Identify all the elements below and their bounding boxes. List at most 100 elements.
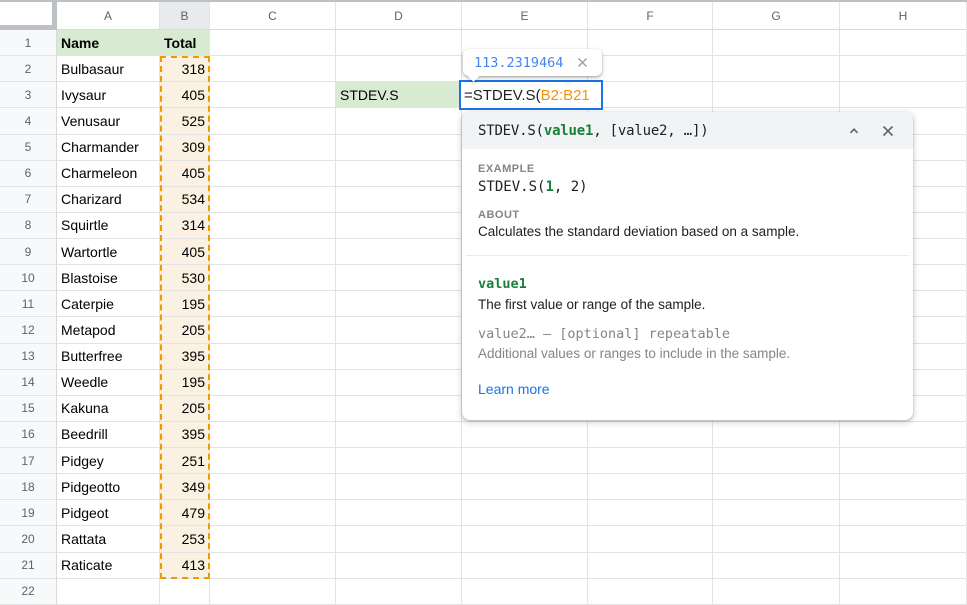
cell-C20[interactable]: [210, 526, 336, 552]
cell-A12[interactable]: Metapod: [57, 317, 160, 343]
cell-C12[interactable]: [210, 317, 336, 343]
cell-D1[interactable]: [336, 30, 462, 56]
cell-C22[interactable]: [210, 579, 336, 605]
cell-B13[interactable]: 395: [160, 344, 210, 370]
row-header-14[interactable]: 14: [0, 370, 57, 396]
cell-F2[interactable]: [588, 56, 713, 82]
cell-C7[interactable]: [210, 187, 336, 213]
cell-A4[interactable]: Venusaur: [57, 108, 160, 134]
cell-F3[interactable]: [588, 82, 713, 108]
cell-D15[interactable]: [336, 396, 462, 422]
cell-B14[interactable]: 195: [160, 370, 210, 396]
cell-A10[interactable]: Blastoise: [57, 265, 160, 291]
row-header-4[interactable]: 4: [0, 108, 57, 134]
cell-B11[interactable]: 195: [160, 291, 210, 317]
cell-D13[interactable]: [336, 344, 462, 370]
cell-G18[interactable]: [713, 474, 840, 500]
cell-H18[interactable]: [840, 474, 967, 500]
cell-D5[interactable]: [336, 135, 462, 161]
row-header-8[interactable]: 8: [0, 213, 57, 239]
cell-B2[interactable]: 318: [160, 56, 210, 82]
cell-C8[interactable]: [210, 213, 336, 239]
cell-D20[interactable]: [336, 526, 462, 552]
cell-A7[interactable]: Charizard: [57, 187, 160, 213]
cell-D12[interactable]: [336, 317, 462, 343]
cell-F16[interactable]: [588, 422, 713, 448]
select-all-corner[interactable]: [0, 2, 57, 30]
cell-B22[interactable]: [160, 579, 210, 605]
cell-B3[interactable]: 405: [160, 82, 210, 108]
column-header-D[interactable]: D: [336, 2, 462, 30]
cell-A8[interactable]: Squirtle: [57, 213, 160, 239]
row-header-20[interactable]: 20: [0, 526, 57, 552]
row-header-6[interactable]: 6: [0, 161, 57, 187]
cell-B17[interactable]: 251: [160, 448, 210, 474]
cell-H17[interactable]: [840, 448, 967, 474]
cell-C21[interactable]: [210, 553, 336, 579]
cell-B10[interactable]: 530: [160, 265, 210, 291]
cell-D19[interactable]: [336, 500, 462, 526]
row-header-12[interactable]: 12: [0, 317, 57, 343]
cell-C3[interactable]: [210, 82, 336, 108]
cell-C16[interactable]: [210, 422, 336, 448]
cell-C10[interactable]: [210, 265, 336, 291]
cell-F17[interactable]: [588, 448, 713, 474]
cell-A14[interactable]: Weedle: [57, 370, 160, 396]
cell-A1[interactable]: Name: [57, 30, 160, 56]
collapse-chevron-up-icon[interactable]: [843, 120, 865, 142]
cell-A20[interactable]: Rattata: [57, 526, 160, 552]
cell-E16[interactable]: [462, 422, 588, 448]
cell-H2[interactable]: [840, 56, 967, 82]
cell-A22[interactable]: [57, 579, 160, 605]
row-header-18[interactable]: 18: [0, 474, 57, 500]
cell-F20[interactable]: [588, 526, 713, 552]
learn-more-link[interactable]: Learn more: [478, 381, 550, 397]
row-header-10[interactable]: 10: [0, 265, 57, 291]
cell-F18[interactable]: [588, 474, 713, 500]
cell-D8[interactable]: [336, 213, 462, 239]
cell-G22[interactable]: [713, 579, 840, 605]
cell-B12[interactable]: 205: [160, 317, 210, 343]
cell-F19[interactable]: [588, 500, 713, 526]
cell-C6[interactable]: [210, 161, 336, 187]
cell-H19[interactable]: [840, 500, 967, 526]
cell-A16[interactable]: Beedrill: [57, 422, 160, 448]
cell-D11[interactable]: [336, 291, 462, 317]
row-header-17[interactable]: 17: [0, 448, 57, 474]
row-header-13[interactable]: 13: [0, 344, 57, 370]
cell-F21[interactable]: [588, 553, 713, 579]
cell-E18[interactable]: [462, 474, 588, 500]
cell-F22[interactable]: [588, 579, 713, 605]
cell-F1[interactable]: [588, 30, 713, 56]
cell-C15[interactable]: [210, 396, 336, 422]
cell-B19[interactable]: 479: [160, 500, 210, 526]
cell-C2[interactable]: [210, 56, 336, 82]
column-header-B[interactable]: B: [160, 2, 210, 30]
cell-C13[interactable]: [210, 344, 336, 370]
cell-G20[interactable]: [713, 526, 840, 552]
column-header-H[interactable]: H: [840, 2, 967, 30]
cell-B9[interactable]: 405: [160, 239, 210, 265]
cell-H3[interactable]: [840, 82, 967, 108]
cell-H22[interactable]: [840, 579, 967, 605]
cell-D9[interactable]: [336, 239, 462, 265]
cell-E19[interactable]: [462, 500, 588, 526]
cell-D14[interactable]: [336, 370, 462, 396]
cell-D22[interactable]: [336, 579, 462, 605]
cell-A19[interactable]: Pidgeot: [57, 500, 160, 526]
cell-D10[interactable]: [336, 265, 462, 291]
cell-B1[interactable]: Total: [160, 30, 210, 56]
row-header-9[interactable]: 9: [0, 239, 57, 265]
column-header-G[interactable]: G: [713, 2, 840, 30]
cell-E22[interactable]: [462, 579, 588, 605]
cell-E17[interactable]: [462, 448, 588, 474]
row-header-22[interactable]: 22: [0, 579, 57, 605]
cell-D7[interactable]: [336, 187, 462, 213]
formula-edit-cell[interactable]: =STDEV.S(B2:B21: [459, 80, 603, 110]
row-header-16[interactable]: 16: [0, 422, 57, 448]
cell-A9[interactable]: Wartortle: [57, 239, 160, 265]
cell-D2[interactable]: [336, 56, 462, 82]
cell-H16[interactable]: [840, 422, 967, 448]
cell-D17[interactable]: [336, 448, 462, 474]
close-icon[interactable]: [571, 52, 593, 74]
